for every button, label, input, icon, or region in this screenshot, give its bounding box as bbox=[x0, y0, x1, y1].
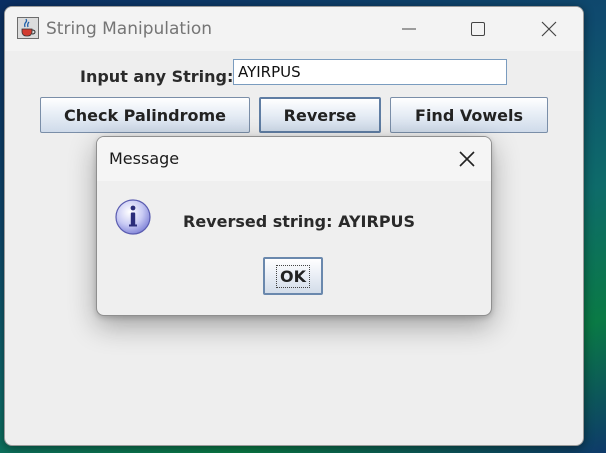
info-icon bbox=[113, 197, 153, 237]
input-label: Input any String: bbox=[80, 67, 234, 86]
dialog-title: Message bbox=[109, 149, 180, 168]
dialog-message: Reversed string: AYIRPUS bbox=[183, 212, 416, 231]
java-cup-icon bbox=[17, 17, 39, 39]
check-palindrome-button[interactable]: Check Palindrome bbox=[40, 97, 250, 133]
close-icon bbox=[459, 151, 475, 167]
close-window-button[interactable] bbox=[526, 7, 572, 51]
window-title: String Manipulation bbox=[46, 19, 212, 39]
string-input[interactable] bbox=[233, 59, 507, 85]
maximize-button[interactable] bbox=[455, 7, 501, 51]
maximize-icon bbox=[471, 22, 485, 36]
reverse-button[interactable]: Reverse bbox=[259, 97, 381, 133]
titlebar[interactable]: String Manipulation bbox=[5, 7, 583, 51]
close-icon bbox=[541, 21, 557, 37]
message-dialog: Message Reversed string: AYIRPUS OK bbox=[96, 136, 492, 316]
ok-label: OK bbox=[276, 264, 310, 288]
dialog-titlebar[interactable]: Message bbox=[97, 137, 491, 181]
minimize-icon bbox=[402, 28, 416, 30]
dialog-close-button[interactable] bbox=[455, 147, 479, 171]
minimize-button[interactable] bbox=[386, 7, 432, 51]
ok-button[interactable]: OK bbox=[263, 257, 323, 295]
find-vowels-button[interactable]: Find Vowels bbox=[390, 97, 548, 133]
